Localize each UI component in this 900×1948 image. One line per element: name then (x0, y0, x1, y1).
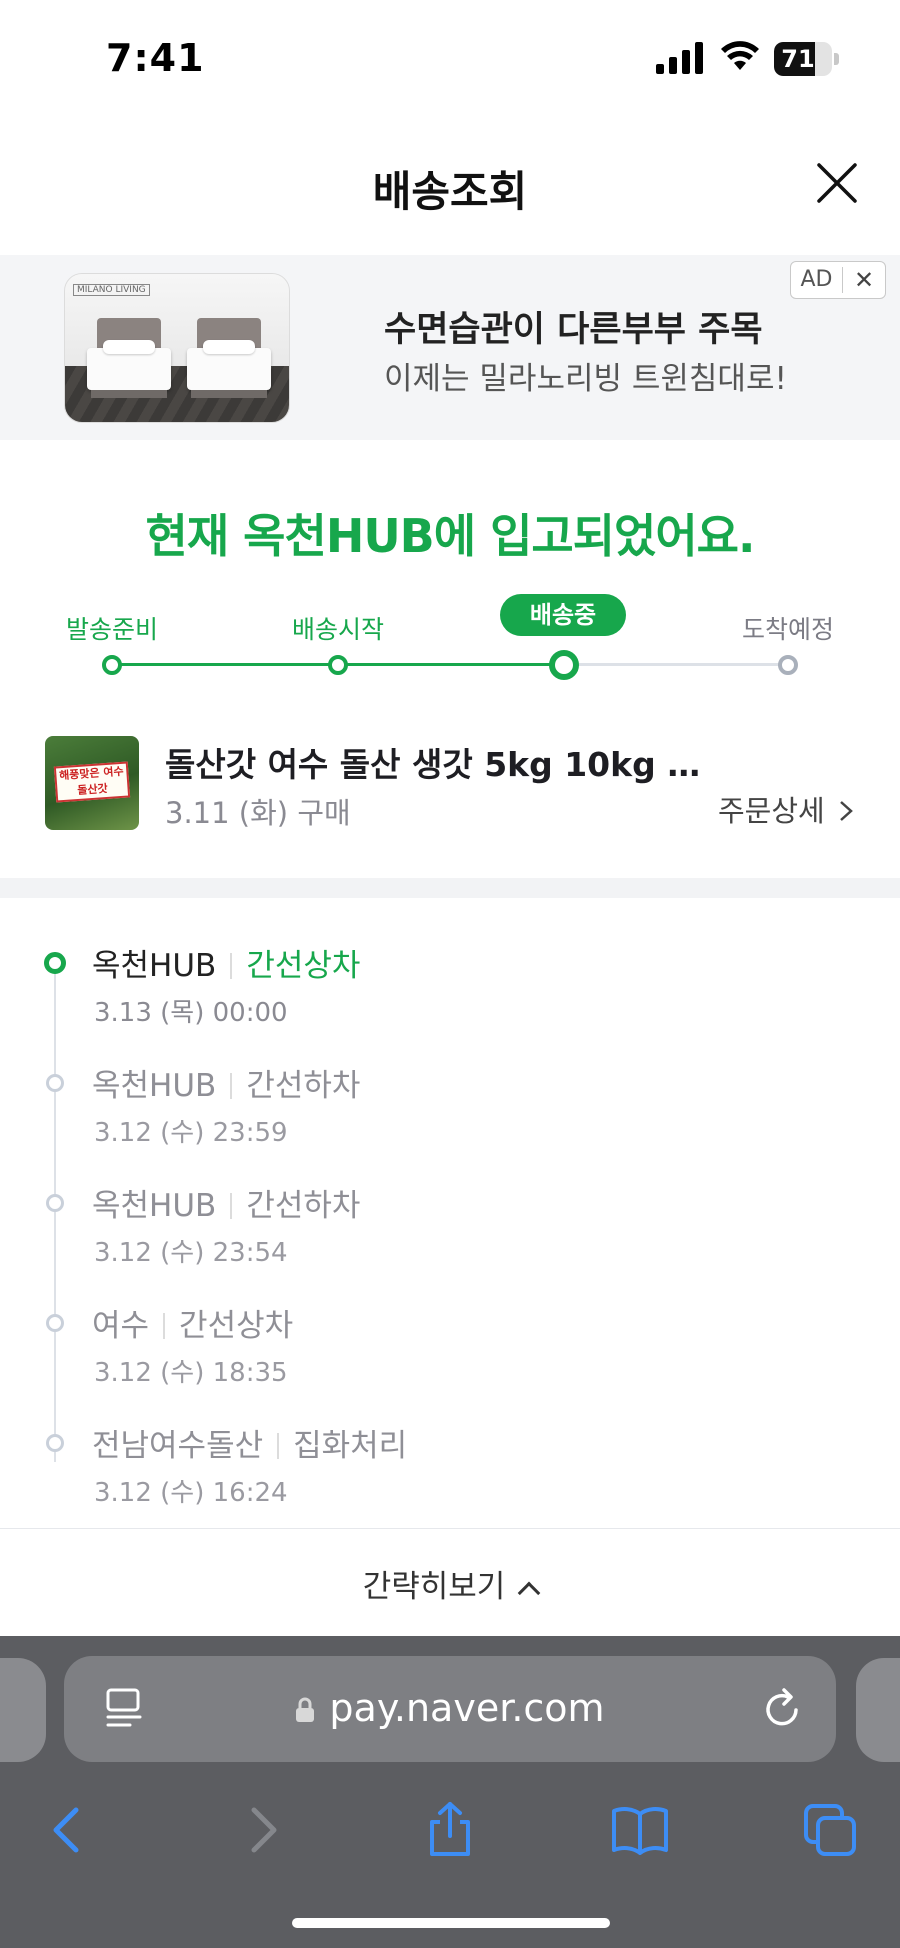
timeline-time: 3.12 (수) 23:54 (94, 1238, 288, 1268)
home-indicator[interactable] (292, 1918, 610, 1928)
step-label: 도착예정 (741, 615, 834, 644)
close-icon[interactable] (812, 158, 862, 208)
next-tab-peek[interactable] (856, 1658, 900, 1762)
chevron-up-icon (517, 1581, 541, 1605)
bookmarks-icon[interactable] (610, 1800, 670, 1860)
order-detail-link[interactable]: 주문상세 (718, 788, 854, 830)
timeline-status: 간선하차 (246, 1068, 361, 1104)
step-dot (102, 655, 122, 675)
ad-image: MILANO LIVING (64, 273, 290, 423)
timeline-time: 3.12 (수) 23:59 (94, 1118, 288, 1148)
url-display: pay.naver.com (64, 1686, 836, 1730)
product-name: 돌산갓 여수 돌산 생갓 5kg 10kg 1kg 3kg 4kg 2kg (165, 745, 710, 784)
timeline-location: 옥천HUB (92, 1068, 217, 1104)
timeline-location: 전남여수돌산 (92, 1428, 264, 1464)
step-label: 배송시작 (291, 615, 384, 644)
timeline-status: 간선상차 (246, 948, 361, 984)
status-bar: 7:41 71 (0, 0, 900, 120)
timeline-time: 3.12 (수) 16:24 (94, 1478, 288, 1508)
step-label-current: 배송중 (500, 594, 626, 636)
previous-tab-peek[interactable] (0, 1658, 46, 1762)
timeline-status: 간선하차 (246, 1188, 361, 1224)
timeline-dot (46, 1314, 64, 1332)
ad-image-brand: MILANO LIVING (73, 284, 150, 296)
cellular-signal-icon (656, 42, 703, 74)
step-label: 발송준비 (65, 615, 158, 644)
timeline-dot (46, 1074, 64, 1092)
timeline-dot (46, 1434, 64, 1452)
collapse-label: 간략히보기 (362, 1569, 506, 1605)
timeline-dot-active (44, 952, 66, 974)
lock-icon (296, 1697, 315, 1722)
battery-level: 71 (781, 45, 815, 73)
step-dot-current (549, 650, 579, 680)
timeline-location: 여수 (92, 1308, 150, 1344)
section-divider (0, 878, 900, 898)
ad-banner[interactable]: MILANO LIVING 수면습관이 다른부부 주목 이제는 밀라노리빙 트윈… (0, 255, 900, 440)
reload-icon[interactable] (760, 1686, 806, 1732)
tabs-icon[interactable] (800, 1800, 860, 1860)
ad-label: AD (791, 267, 843, 293)
product-summary[interactable]: 해풍맞은 여수 돌산갓 돌산갓 여수 돌산 생갓 5kg 10kg 1kg 3k… (0, 730, 900, 840)
timeline-dot (46, 1194, 64, 1212)
ad-subtitle: 이제는 밀라노리빙 트윈침대로! (384, 361, 787, 397)
wifi-icon (721, 41, 759, 70)
page-header: 배송조회 (0, 130, 900, 230)
collapse-section: 간략히보기 (0, 1528, 900, 1636)
timeline-location: 옥천HUB (92, 948, 217, 984)
product-image: 해풍맞은 여수 돌산갓 (45, 736, 139, 830)
url-text: pay.naver.com (329, 1686, 605, 1730)
browser-chrome: pay.naver.com (0, 1636, 900, 1948)
timeline-item: 옥천HUB 간선하차 3.12 (수) 23:54 (0, 1174, 900, 1284)
timeline-time: 3.12 (수) 18:35 (94, 1358, 288, 1388)
ad-badge: AD ✕ (790, 261, 886, 299)
page-title: 배송조회 (372, 167, 528, 216)
delivery-status-message: 현재 옥천HUB에 입고되었어요. (145, 509, 756, 563)
delivery-progress: 발송준비 배송시작 배송중 도착예정 (0, 590, 900, 680)
status-time: 7:41 (106, 36, 205, 80)
battery-icon: 71 (774, 42, 840, 76)
timeline-item: 옥천HUB 간선상차 3.13 (목) 00:00 (0, 934, 900, 1044)
timeline-item: 옥천HUB 간선하차 3.12 (수) 23:59 (0, 1054, 900, 1164)
ad-title: 수면습관이 다른부부 주목 (384, 310, 763, 350)
order-detail-label: 주문상세 (718, 794, 825, 828)
timeline-item: 여수 간선상차 3.12 (수) 18:35 (0, 1294, 900, 1404)
collapse-button[interactable]: 간략히보기 (0, 1561, 900, 1606)
timeline-item: 전남여수돌산 집화처리 3.12 (수) 16:24 (0, 1414, 900, 1524)
share-icon[interactable] (420, 1800, 480, 1860)
product-image-caption: 해풍맞은 여수 돌산갓 (53, 761, 131, 803)
step-dot (328, 655, 348, 675)
step-dot (778, 655, 798, 675)
forward-icon[interactable] (232, 1800, 292, 1860)
back-icon[interactable] (38, 1800, 98, 1860)
timeline-location: 옥천HUB (92, 1188, 217, 1224)
timeline-status: 간선상차 (179, 1308, 294, 1344)
timeline-time: 3.13 (목) 00:00 (94, 998, 288, 1028)
tracking-timeline: 옥천HUB 간선상차 3.13 (목) 00:00 옥천HUB 간선하차 3.12 … (0, 920, 900, 1520)
timeline-status: 집화처리 (293, 1428, 408, 1464)
address-bar[interactable]: pay.naver.com (64, 1656, 836, 1762)
purchase-date: 3.11 (화) 구매 (165, 796, 351, 830)
ad-close-button[interactable]: ✕ (843, 266, 885, 294)
browser-toolbar (0, 1786, 900, 1886)
chevron-right-icon (840, 801, 853, 821)
